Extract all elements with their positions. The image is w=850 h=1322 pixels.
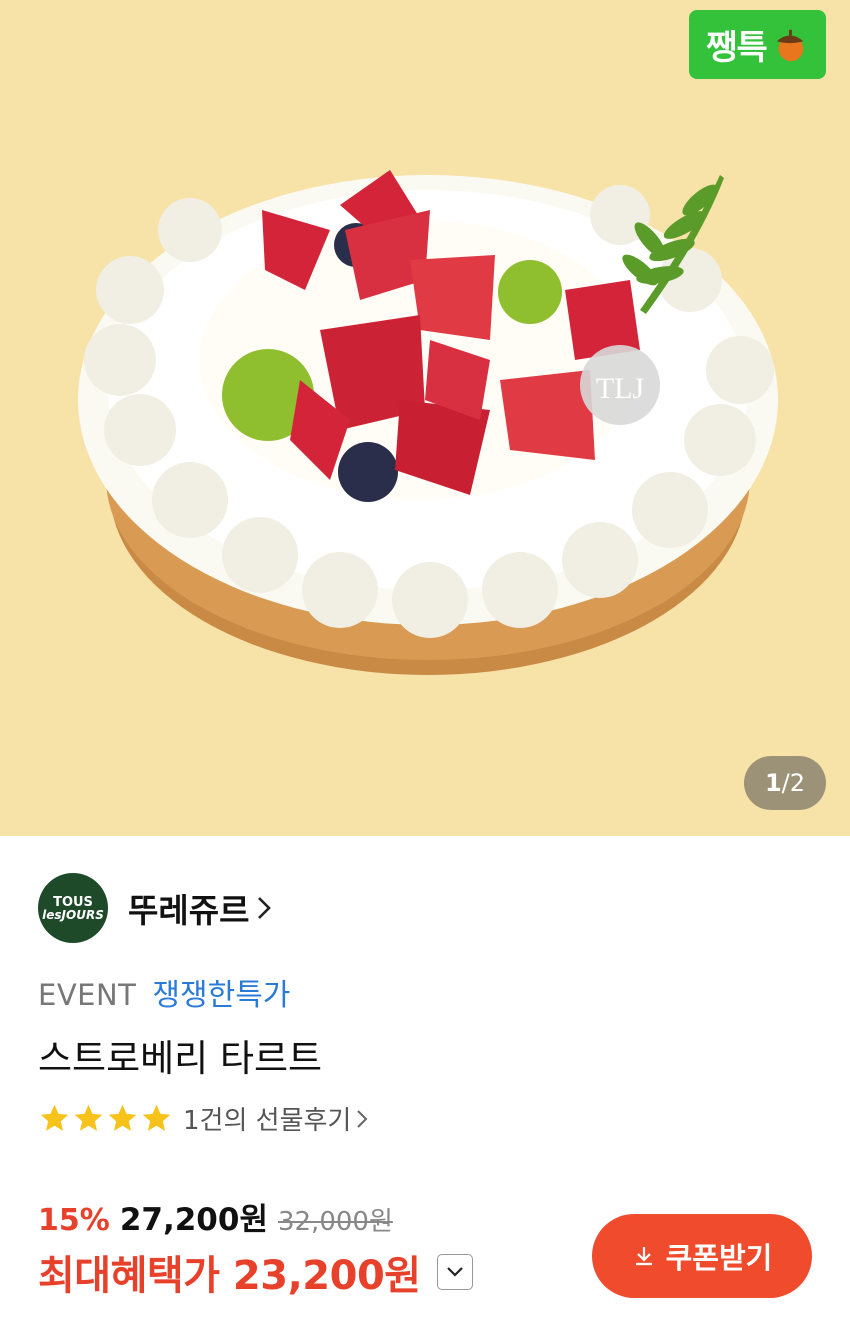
original-price: 32,000원 bbox=[277, 1207, 393, 1237]
promo-badge[interactable]: 쨍특 bbox=[689, 10, 826, 79]
brand-link[interactable]: TOUS lesJOURS 뚜레쥬르 bbox=[38, 873, 273, 943]
max-benefit-row: 최대혜택가 23,200원 bbox=[38, 1243, 473, 1301]
star-rating bbox=[38, 1102, 173, 1135]
download-icon bbox=[635, 1247, 652, 1266]
review-link[interactable]: 1건의 선물후기 bbox=[183, 1100, 369, 1137]
event-name-link[interactable]: 쟁쟁한특가 bbox=[152, 970, 290, 1014]
max-benefit-price: 최대혜택가 23,200원 bbox=[38, 1253, 421, 1299]
page-total: /2 bbox=[781, 769, 806, 797]
chevron-right-icon bbox=[258, 897, 272, 919]
star-icon bbox=[74, 1104, 103, 1131]
download-coupon-button[interactable]: 쿠폰받기 bbox=[592, 1214, 812, 1298]
svg-text:TLJ: TLJ bbox=[596, 372, 645, 405]
star-icon bbox=[142, 1104, 171, 1131]
price-row: 15% 27,200원 32,000원 bbox=[38, 1194, 393, 1239]
brand-logo: TOUS lesJOURS bbox=[38, 873, 108, 943]
strawberry-tart-image: TLJ bbox=[0, 0, 850, 836]
product-image-carousel[interactable]: TLJ 쨍특 1/2 bbox=[0, 0, 850, 836]
acorn-icon bbox=[776, 29, 804, 61]
chevron-right-icon bbox=[357, 1109, 368, 1128]
review-count-text: 1건의 선물후기 bbox=[183, 1106, 352, 1136]
benefit-details-toggle[interactable] bbox=[436, 1254, 473, 1290]
rating-row[interactable]: 1건의 선물후기 bbox=[38, 1100, 369, 1137]
event-row: EVENT 쟁쟁한특가 bbox=[38, 970, 290, 1014]
coupon-button-label: 쿠폰받기 bbox=[665, 1241, 773, 1275]
sale-price: 27,200원 bbox=[119, 1202, 268, 1238]
star-icon bbox=[40, 1104, 69, 1131]
brand-name: 뚜레쥬르 bbox=[128, 891, 250, 930]
event-label: EVENT bbox=[38, 978, 137, 1012]
product-title: 스트로베리 타르트 bbox=[38, 1037, 323, 1080]
discount-rate: 15% bbox=[38, 1203, 110, 1238]
page-current: 1 bbox=[764, 769, 782, 797]
chevron-down-icon bbox=[446, 1267, 463, 1277]
image-page-indicator: 1/2 bbox=[744, 756, 826, 810]
star-icon bbox=[108, 1104, 137, 1131]
promo-badge-label: 쨍특 bbox=[706, 28, 768, 68]
